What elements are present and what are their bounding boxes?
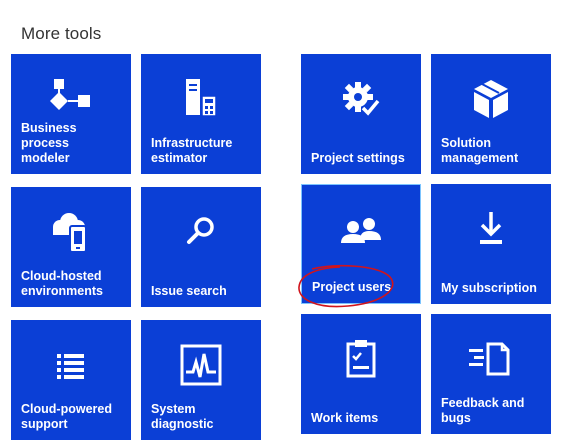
process-flow-icon <box>11 74 131 124</box>
tile-label: Cloud-powered support <box>21 402 112 431</box>
search-icon <box>141 207 261 257</box>
tile-label: Issue search <box>151 284 227 298</box>
tile-label: Feedback and bugs <box>441 396 525 425</box>
clipboard-check-icon <box>301 334 421 384</box>
tile-label: Project users <box>312 280 392 294</box>
tile-work-items[interactable]: Work items <box>301 314 421 434</box>
tile-project-users[interactable]: Project users <box>301 184 421 304</box>
tile-solution-management[interactable]: Solution management <box>431 54 551 174</box>
package-icon <box>431 74 551 124</box>
tile-label: Business process modeler <box>21 121 77 165</box>
tile-feedback-and-bugs[interactable]: Feedback and bugs <box>431 314 551 434</box>
feedback-document-icon <box>431 334 551 384</box>
tile-label: System diagnostic <box>151 402 214 431</box>
list-icon <box>11 340 131 390</box>
tile-cloud-powered-support[interactable]: Cloud-powered support <box>11 320 131 440</box>
tile-system-diagnostic[interactable]: System diagnostic <box>141 320 261 440</box>
tile-label: Cloud-hosted environments <box>21 269 103 298</box>
cloud-device-icon <box>11 207 131 257</box>
section-title: More tools <box>21 24 102 43</box>
gear-check-icon <box>301 74 421 124</box>
tile-label: Infrastructure estimator <box>151 136 233 165</box>
tile-my-subscription[interactable]: My subscription <box>431 184 551 304</box>
heartbeat-monitor-icon <box>141 340 261 390</box>
tile-business-process-modeler[interactable]: Business process modeler <box>11 54 131 174</box>
tile-issue-search[interactable]: Issue search <box>141 187 261 307</box>
tile-label: My subscription <box>441 281 537 295</box>
tile-label: Solution management <box>441 136 519 165</box>
tile-project-settings[interactable]: Project settings <box>301 54 421 174</box>
tile-infrastructure-estimator[interactable]: Infrastructure estimator <box>141 54 261 174</box>
users-icon <box>302 205 420 255</box>
tile-cloud-hosted-environments[interactable]: Cloud-hosted environments <box>11 187 131 307</box>
tile-label: Work items <box>311 411 379 425</box>
download-icon <box>431 204 551 254</box>
server-calculator-icon <box>141 74 261 124</box>
tile-label: Project settings <box>311 151 405 165</box>
